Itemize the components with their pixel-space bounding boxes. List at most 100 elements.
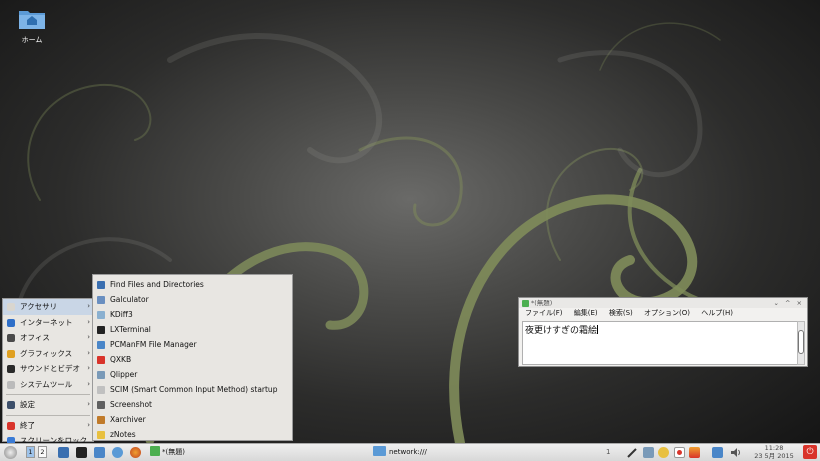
browser-launcher-icon[interactable]	[112, 447, 123, 458]
submenu-item-find-files[interactable]: Find Files and Directories	[93, 277, 292, 292]
flag-dot-icon	[677, 450, 682, 455]
logout-icon	[7, 421, 15, 430]
menu-item-label: グラフィックス	[20, 348, 73, 358]
pen-icon	[627, 448, 637, 458]
submenu-item-label: Find Files and Directories	[110, 280, 204, 289]
taskbar: 1 2 *(無題) network:/// 1 11:28 23 5月 2015…	[0, 443, 820, 461]
clock[interactable]: 11:28 23 5月 2015	[752, 444, 796, 460]
desktop-home-label: ホーム	[21, 36, 43, 44]
menu-separator	[6, 414, 90, 416]
menu-item-label: サウンドとビデオ	[20, 364, 80, 373]
menu-item-graphics[interactable]: グラフィックス ›	[3, 346, 93, 362]
firefox-launcher-icon[interactable]	[130, 447, 141, 458]
volume-icon[interactable]	[730, 447, 741, 458]
system-tools-icon	[7, 380, 15, 389]
scrollbar-thumb[interactable]	[798, 330, 804, 354]
submenu-item-scim[interactable]: SCIM (Smart Common Input Method) startup	[93, 382, 292, 397]
submenu-item-label: Xarchiver	[110, 415, 146, 424]
printer-tray-icon[interactable]	[712, 447, 723, 458]
editor-content: 夜更けすぎの霜絵	[525, 326, 598, 336]
accessories-icon	[7, 303, 15, 311]
power-button-icon[interactable]: ⏻	[803, 445, 817, 459]
keyboard-layout-icon	[97, 355, 105, 364]
chevron-right-icon: ›	[87, 379, 90, 388]
menu-help[interactable]: ヘルプ(H)	[701, 309, 733, 317]
desktop-pager-2[interactable]: 2	[38, 446, 47, 458]
menu-search[interactable]: 検索(S)	[609, 309, 633, 317]
submenu-item-label: zNotes	[110, 430, 136, 439]
menu-item-settings[interactable]: 設定 ›	[3, 397, 93, 413]
current-desktop-number: 1	[606, 448, 611, 456]
submenu-item-screenshot[interactable]: Screenshot	[93, 397, 292, 412]
submenu-item-lxterminal[interactable]: LXTerminal	[93, 322, 292, 337]
accessories-submenu: Find Files and Directories Galculator KD…	[92, 274, 293, 441]
menu-separator	[6, 394, 90, 395]
taskbar-task-network[interactable]: network:///	[373, 446, 427, 459]
update-tray-icon[interactable]	[689, 447, 700, 458]
submenu-item-xarchiver[interactable]: Xarchiver	[93, 412, 292, 427]
diff-icon	[97, 310, 105, 319]
chevron-right-icon: ›	[87, 317, 90, 326]
desktop-pager-1[interactable]: 1	[26, 446, 35, 458]
menu-item-internet[interactable]: インターネット ›	[3, 315, 93, 331]
crown-icon[interactable]	[658, 447, 669, 458]
menu-item-system-tools[interactable]: システムツール ›	[3, 377, 93, 393]
taskbar-task-editor[interactable]: *(無題)	[150, 446, 185, 459]
window-titlebar[interactable]: *(無題) ⌄ ^ ×	[519, 298, 807, 308]
application-menu: アクセサリ › インターネット › オフィス › グラフィックス › サウンドと…	[2, 298, 94, 445]
submenu-item-galculator[interactable]: Galculator	[93, 292, 292, 307]
show-desktop-icon[interactable]	[58, 447, 69, 458]
editor-task-icon	[150, 446, 160, 456]
sound-video-icon	[7, 365, 15, 373]
window-title: *(無題)	[531, 299, 553, 307]
editor-app-icon	[522, 299, 529, 307]
task-label: network:///	[389, 448, 427, 456]
clock-date: 23 5月 2015	[754, 452, 794, 460]
submenu-item-qxkb[interactable]: QXKB	[93, 352, 292, 367]
chevron-right-icon: ›	[87, 348, 90, 357]
submenu-item-kdiff3[interactable]: KDiff3	[93, 307, 292, 322]
submenu-item-label: KDiff3	[110, 310, 133, 319]
pen-icon[interactable]	[627, 447, 638, 458]
graphics-icon	[7, 349, 15, 358]
submenu-item-label: LXTerminal	[110, 325, 151, 334]
menu-item-sound-video[interactable]: サウンドとビデオ ›	[3, 361, 93, 377]
input-method-icon	[97, 385, 105, 394]
keyboard-layout-tray-icon[interactable]	[674, 447, 685, 458]
window-controls[interactable]: ⌄ ^ ×	[774, 298, 804, 308]
clipboard-tray-icon[interactable]	[643, 447, 654, 458]
chevron-right-icon: ›	[87, 333, 90, 341]
menu-edit[interactable]: 編集(E)	[574, 309, 598, 317]
chevron-right-icon: ›	[87, 400, 90, 408]
calculator-icon	[97, 295, 105, 304]
menu-item-label: インターネット	[20, 317, 73, 327]
terminal-launcher-icon[interactable]	[76, 447, 87, 458]
menu-item-accessories[interactable]: アクセサリ ›	[3, 299, 93, 315]
desktop-home-icon[interactable]: ホーム	[10, 8, 54, 45]
submenu-item-label: SCIM (Smart Common Input Method) startup	[110, 385, 278, 394]
submenu-item-znotes[interactable]: zNotes	[93, 427, 292, 442]
menu-item-label: オフィス	[20, 333, 50, 342]
vertical-scrollbar[interactable]	[797, 321, 805, 365]
chevron-right-icon: ›	[87, 302, 90, 310]
screenshot-icon	[97, 400, 105, 409]
menu-file[interactable]: ファイル(F)	[525, 309, 563, 317]
menu-options[interactable]: オプション(O)	[644, 309, 690, 317]
internet-icon	[7, 318, 15, 327]
office-icon	[7, 334, 15, 342]
notes-icon	[97, 430, 105, 439]
submenu-item-pcmanfm[interactable]: PCManFM File Manager	[93, 337, 292, 352]
start-menu-icon[interactable]	[4, 446, 17, 459]
editor-text-area[interactable]: 夜更けすぎの霜絵	[522, 321, 798, 365]
search-icon	[97, 280, 105, 289]
submenu-item-qlipper[interactable]: Qlipper	[93, 367, 292, 382]
settings-icon	[7, 401, 15, 409]
clipboard-icon	[97, 370, 105, 379]
menu-item-label: システムツール	[20, 379, 73, 389]
text-caret	[597, 325, 599, 334]
text-editor-window: *(無題) ⌄ ^ × ファイル(F) 編集(E) 検索(S) オプション(O)…	[518, 297, 808, 367]
menu-item-logout[interactable]: 終了 ›	[3, 418, 93, 434]
editor-menubar: ファイル(F) 編集(E) 検索(S) オプション(O) ヘルプ(H)	[519, 308, 807, 319]
file-manager-launcher-icon[interactable]	[94, 447, 105, 458]
menu-item-office[interactable]: オフィス ›	[3, 330, 93, 346]
